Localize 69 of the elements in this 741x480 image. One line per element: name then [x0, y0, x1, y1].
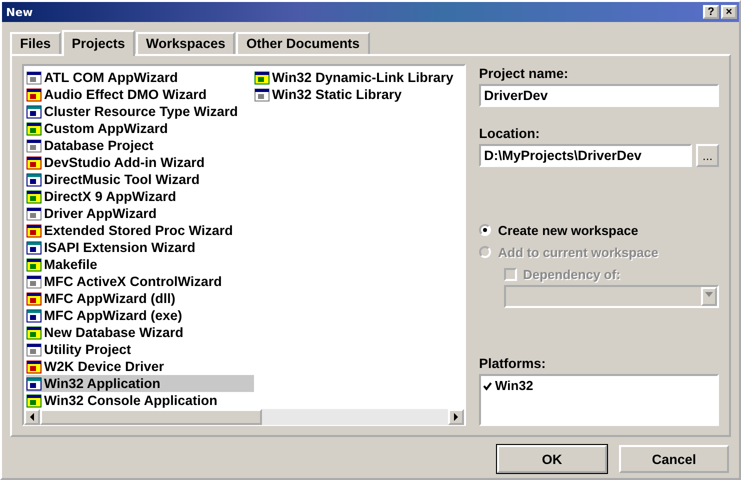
project-type-icon: [254, 70, 270, 86]
list-item[interactable]: DirectMusic Tool Wizard: [26, 171, 254, 188]
scroll-right-button[interactable]: [448, 409, 464, 425]
list-item[interactable]: DevStudio Add-in Wizard: [26, 154, 254, 171]
list-item[interactable]: Database Project: [26, 137, 254, 154]
tab[interactable]: Files: [10, 32, 61, 54]
browse-button[interactable]: ...: [696, 144, 719, 167]
list-item[interactable]: Win32 Static Library: [254, 86, 458, 103]
project-type-icon: [26, 86, 42, 102]
tab[interactable]: Workspaces: [136, 32, 236, 54]
window-title: New: [6, 4, 33, 20]
project-type-icon: [26, 222, 42, 238]
project-type-icon: [26, 274, 42, 290]
list-item[interactable]: ATL COM AppWizard: [26, 69, 254, 86]
project-type-icon: [26, 392, 42, 408]
project-type-icon: [26, 70, 42, 86]
project-type-icon: [26, 256, 42, 272]
tab[interactable]: Other Documents: [236, 32, 370, 54]
project-type-icon: [26, 376, 42, 392]
list-item[interactable]: DirectX 9 AppWizard: [26, 188, 254, 205]
list-item[interactable]: MFC AppWizard (exe): [26, 307, 254, 324]
project-type-icon: [26, 138, 42, 154]
list-item[interactable]: Win32 Application: [26, 375, 254, 392]
tab[interactable]: Projects: [62, 30, 136, 56]
checkmark-icon: [483, 382, 492, 391]
list-item[interactable]: New Database Wizard: [26, 324, 254, 341]
list-item[interactable]: Win32 Dynamic-Link Library: [254, 69, 458, 86]
project-type-icon: [26, 154, 42, 170]
field-label: Platforms:: [479, 355, 547, 372]
project-type-icon: [26, 358, 42, 374]
project-type-icon: [26, 240, 42, 256]
horizontal-scrollbar[interactable]: [24, 409, 464, 425]
location-field[interactable]: D:\MyProjects\DriverDev: [479, 144, 692, 167]
list-item[interactable]: Win32 Console Application: [26, 392, 254, 409]
project-type-icon: [26, 342, 42, 358]
list-item[interactable]: Utility Project: [26, 341, 254, 358]
list-item[interactable]: W2K Device Driver: [26, 358, 254, 375]
project-type-icon: [26, 188, 42, 204]
scroll-thumb[interactable]: [40, 409, 262, 425]
field-label: Project name:: [479, 65, 570, 82]
platform-checkbox[interactable]: Win32: [483, 377, 715, 394]
list-item[interactable]: Driver AppWizard: [26, 205, 254, 222]
project-type-icon: [254, 86, 270, 102]
left-arrow-icon: [29, 412, 35, 421]
project-type-icon: [26, 172, 42, 188]
close-button[interactable]: ×: [721, 5, 737, 19]
ok-button[interactable]: OK: [497, 445, 607, 473]
dependency-dropdown[interactable]: [504, 285, 719, 308]
project-type-icon: [26, 290, 42, 306]
field-label: Location:: [479, 125, 541, 142]
project-type-icon: [26, 324, 42, 340]
right-arrow-icon: [453, 412, 459, 421]
list-item[interactable]: Extended Stored Proc Wizard: [26, 222, 254, 239]
help-button[interactable]: ?: [703, 5, 719, 19]
list-item[interactable]: MFC ActiveX ControlWizard: [26, 273, 254, 290]
cancel-button[interactable]: Cancel: [619, 445, 729, 473]
list-item[interactable]: Custom AppWizard: [26, 120, 254, 137]
project-type-icon: [26, 308, 42, 324]
list-item[interactable]: Makefile: [26, 256, 254, 273]
list-item[interactable]: ISAPI Extension Wizard: [26, 239, 254, 256]
project-name-field[interactable]: DriverDev: [479, 84, 719, 107]
radio-option[interactable]: Create new workspace: [479, 219, 719, 241]
scroll-left-button[interactable]: [24, 409, 40, 425]
list-item[interactable]: MFC AppWizard (dll): [26, 290, 254, 307]
list-item[interactable]: Cluster Resource Type Wizard: [26, 103, 254, 120]
project-type-icon: [26, 206, 42, 222]
list-item[interactable]: Audio Effect DMO Wizard: [26, 86, 254, 103]
project-type-icon: [26, 104, 42, 120]
project-type-icon: [26, 120, 42, 136]
